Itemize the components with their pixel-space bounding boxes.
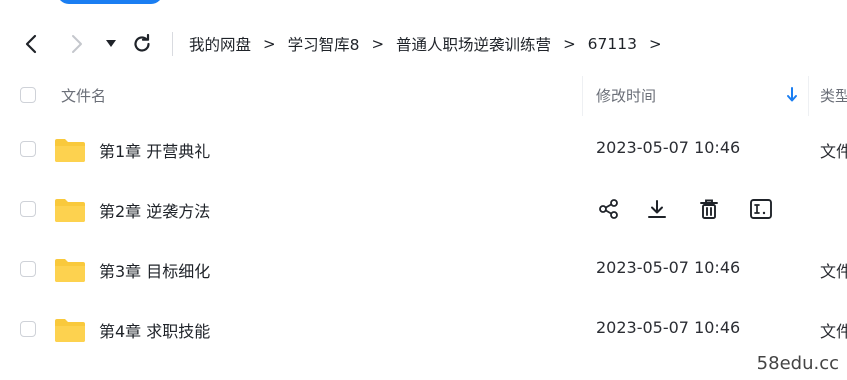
row-checkbox[interactable] <box>20 321 36 337</box>
breadcrumb-item[interactable]: 普通人职场逆袭训练营 <box>396 33 551 55</box>
breadcrumb-item[interactable]: 我的网盘 <box>189 33 251 55</box>
file-modified-time: 2023-05-07 10:46 <box>596 138 741 157</box>
breadcrumb-separator: > <box>648 35 662 53</box>
breadcrumb-item[interactable]: 学习智库8 <box>288 33 360 55</box>
breadcrumb-separator: > <box>563 35 576 53</box>
column-header-type[interactable]: 类型 <box>820 85 847 106</box>
nav-divider <box>172 32 173 56</box>
column-header-name[interactable]: 文件名 <box>61 85 106 106</box>
download-icon[interactable] <box>644 195 670 223</box>
table-row[interactable]: 第4章 求职技能 2023-05-07 10:46 文件夹 <box>0 300 847 360</box>
file-name[interactable]: 第3章 目标细化 <box>99 258 210 282</box>
row-checkbox[interactable] <box>20 141 36 157</box>
breadcrumb-current[interactable]: 67113 <box>588 35 637 53</box>
file-type: 文件夹 <box>820 322 847 341</box>
file-type: 文件夹 <box>820 142 847 161</box>
watermark: 58edu.cc <box>756 353 839 374</box>
file-modified-time: 2023-05-07 10:46 <box>596 258 741 277</box>
select-all-checkbox[interactable] <box>20 87 36 103</box>
column-divider[interactable] <box>582 76 583 116</box>
chevron-left-icon[interactable] <box>20 32 42 56</box>
file-modified-time: 2023-05-07 10:46 <box>596 318 741 337</box>
breadcrumb-separator: > <box>371 35 385 53</box>
folder-icon <box>54 317 86 347</box>
refresh-icon[interactable] <box>130 32 154 56</box>
row-checkbox[interactable] <box>20 261 36 277</box>
row-checkbox[interactable] <box>20 201 36 217</box>
column-divider[interactable] <box>808 76 809 116</box>
folder-icon <box>54 137 86 167</box>
file-name[interactable]: 第2章 逆袭方法 <box>99 198 210 222</box>
file-name[interactable]: 第4章 求职技能 <box>99 318 210 342</box>
column-header-modified[interactable]: 修改时间 <box>596 85 656 106</box>
file-list-header: 文件名 修改时间 类型 <box>0 76 847 116</box>
chevron-right-icon[interactable] <box>66 32 88 56</box>
share-icon[interactable] <box>596 195 622 223</box>
arrow-down-icon[interactable] <box>786 87 798 107</box>
breadcrumb-separator: > <box>263 35 276 53</box>
breadcrumb: 我的网盘 > 学习智库8 > 普通人职场逆袭训练营 > 67113 > <box>189 24 674 64</box>
table-row[interactable]: 第3章 目标细化 2023-05-07 10:46 文件夹 <box>0 240 847 300</box>
folder-icon <box>54 197 86 227</box>
caret-down-icon[interactable] <box>102 32 120 56</box>
navigation-bar: 我的网盘 > 学习智库8 > 普通人职场逆袭训练营 > 67113 > <box>0 24 847 64</box>
rename-icon[interactable] <box>748 195 774 223</box>
table-row[interactable]: 第1章 开营典礼 2023-05-07 10:46 文件夹 <box>0 120 847 180</box>
file-type: 文件夹 <box>820 262 847 281</box>
folder-icon <box>54 257 86 287</box>
file-name[interactable]: 第1章 开营典礼 <box>99 138 210 162</box>
delete-icon[interactable] <box>696 195 722 223</box>
table-row[interactable]: 第2章 逆袭方法 <box>0 180 847 240</box>
top-accent-tab[interactable] <box>57 0 163 4</box>
